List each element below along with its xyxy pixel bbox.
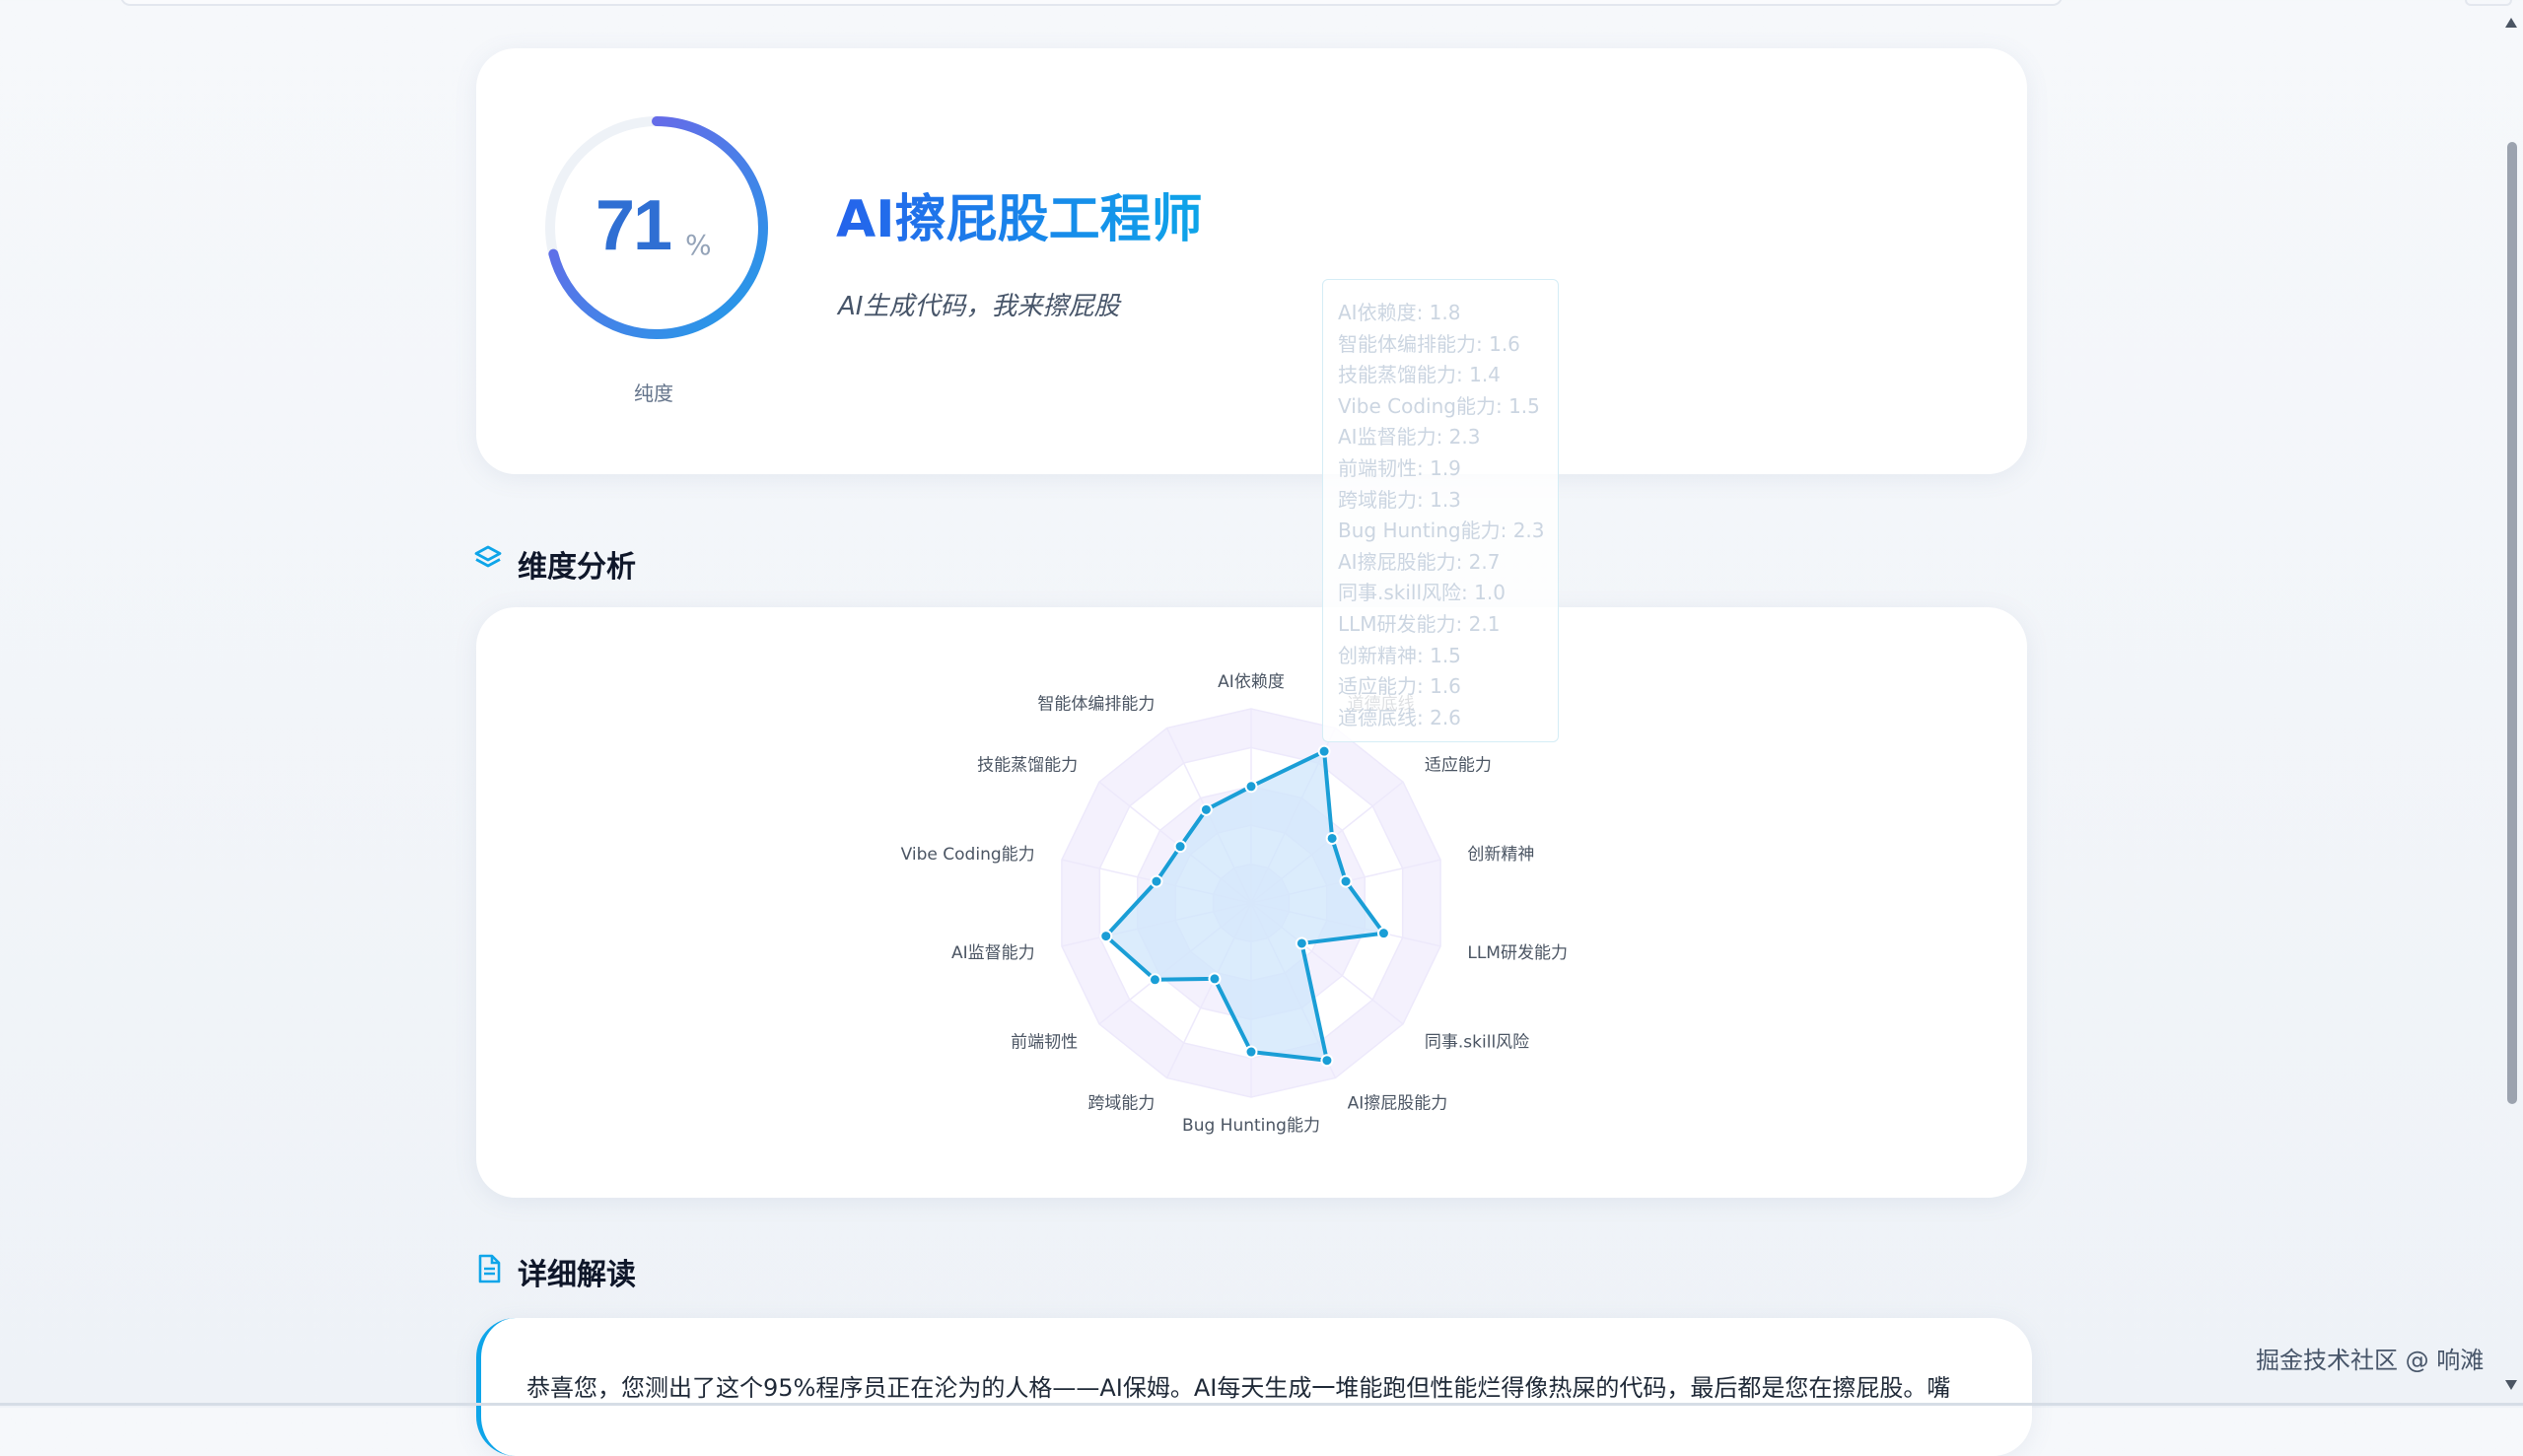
radar-point[interactable] <box>1325 831 1339 845</box>
tooltip-row: AI依赖度: 1.8 <box>1338 301 1461 324</box>
tooltip-row: AI监督能力: 2.3 <box>1338 425 1481 450</box>
radar-axis-label: 前端韧性 <box>1011 1032 1078 1052</box>
watermark: 掘金技术社区 @ 响滩 <box>2256 1347 2485 1374</box>
radar-axis-label: Vibe Coding能力 <box>901 845 1035 865</box>
tooltip-row: 技能蒸馏能力: 1.4 <box>1338 363 1501 387</box>
radar-axis-label: 适应能力 <box>1425 756 1492 776</box>
radar-point[interactable] <box>1199 802 1213 816</box>
tooltip-row: Bug Hunting能力: 2.3 <box>1338 519 1545 543</box>
radar-point[interactable] <box>1376 927 1390 940</box>
radar-axis-label: 智能体编排能力 <box>1037 694 1155 714</box>
scroll-thumb[interactable] <box>2507 142 2517 1104</box>
detail-section-title: 详细解读 <box>518 1258 636 1292</box>
radar-point[interactable] <box>1150 874 1163 888</box>
detail-text: 恭喜您，您测出了这个95%程序员正在沦为的人格——AI保姆。AI每天生成一堆能跑… <box>526 1374 1951 1402</box>
radar-axis-label: 同事.skill风险 <box>1425 1032 1529 1052</box>
tooltip-row: 创新精神: 1.5 <box>1338 643 1461 667</box>
radar-axis-label: Bug Hunting能力 <box>1182 1116 1320 1136</box>
chart-tooltip: AI依赖度: 1.8 智能体编排能力: 1.6 技能蒸馏能力: 1.4 Vibe Co… <box>1322 279 1559 742</box>
scroll-up-arrow-icon[interactable] <box>2505 18 2517 28</box>
radar-axis-label: AI擦屁股能力 <box>1348 1094 1448 1114</box>
tooltip-row: 前端韧性: 1.9 <box>1338 455 1461 480</box>
document-icon <box>478 1254 501 1283</box>
radar-point[interactable] <box>1099 930 1113 943</box>
radar-axis-label: 技能蒸馏能力 <box>977 756 1078 776</box>
tooltip-row: 智能体编排能力: 1.6 <box>1338 331 1520 356</box>
radar-axis-label: 创新精神 <box>1467 845 1534 865</box>
radar-axis-label: 跨域能力 <box>1087 1094 1155 1114</box>
radar-axis-label: AI依赖度 <box>1218 672 1285 692</box>
tooltip-row: Vibe Coding能力: 1.5 <box>1338 393 1540 418</box>
radar-point[interactable] <box>1339 874 1353 888</box>
radar-point[interactable] <box>1208 972 1222 986</box>
tooltip-row: 跨域能力: 1.3 <box>1338 487 1461 512</box>
bottom-divider <box>0 1403 2523 1406</box>
radar-point[interactable] <box>1295 936 1308 950</box>
tooltip-row: 同事.skill风险: 1.0 <box>1338 581 1506 605</box>
radar-point[interactable] <box>1244 1045 1258 1059</box>
tooltip-row: AI擦屁股能力: 2.7 <box>1338 549 1501 574</box>
radar-point[interactable] <box>1148 973 1161 987</box>
radar-point[interactable] <box>1320 1054 1334 1068</box>
radar-point[interactable] <box>1173 840 1187 854</box>
tooltip-row: 适应能力: 1.6 <box>1338 674 1461 699</box>
radar-axis-label: AI监督能力 <box>951 943 1035 963</box>
radar-axis-label: LLM研发能力 <box>1467 943 1568 963</box>
scroll-down-arrow-icon[interactable] <box>2505 1380 2517 1390</box>
radar-point[interactable] <box>1244 780 1258 794</box>
radar-point[interactable] <box>1317 744 1331 758</box>
tooltip-row: 道德底线: 2.6 <box>1338 705 1461 729</box>
radar-chart[interactable]: AI依赖度智能体编排能力技能蒸馏能力Vibe Coding能力AI监督能力前端韧… <box>0 0 2523 1408</box>
tooltip-row: LLM研发能力: 2.1 <box>1338 611 1501 636</box>
